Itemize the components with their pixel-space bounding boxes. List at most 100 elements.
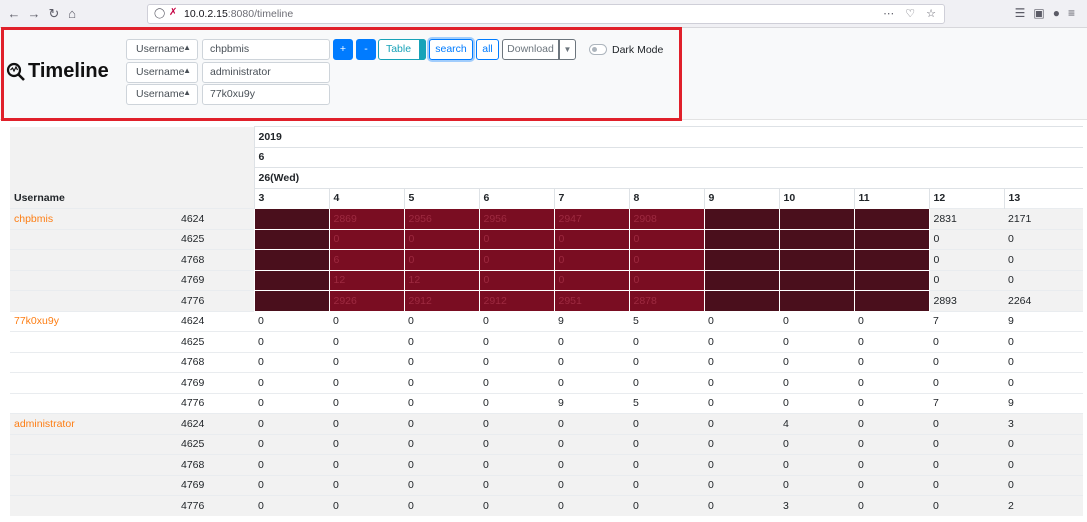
home-icon[interactable]: ⌂ [64, 6, 80, 22]
table-row: 4625 0 0 0 0 0 0 0 0 0 0 0 [10, 433, 1084, 455]
date-year-header: 2019 [253, 126, 1084, 147]
event-id-cell: 4776 [177, 392, 254, 414]
count-cell: 0 [704, 413, 779, 434]
count-cell [253, 228, 330, 250]
count-cell: 3 [779, 495, 854, 516]
count-cell: 0 [479, 310, 554, 332]
count-cell [853, 290, 930, 312]
count-cell: 5 [629, 392, 704, 414]
count-cell: 0 [929, 331, 1004, 352]
count-cell: 0 [1004, 372, 1084, 393]
date-month-header: 6 [253, 146, 1084, 168]
reload-icon[interactable]: ↻ [46, 6, 62, 22]
count-cell: 0 [854, 495, 929, 516]
count-cell: 0 [929, 495, 1004, 516]
table-row: 4768 6 0 0 0 0 0 0 [10, 249, 1084, 271]
back-icon[interactable]: ← [6, 6, 22, 22]
count-cell: 0 [329, 392, 404, 414]
count-cell: 0 [779, 310, 854, 332]
count-cell [703, 290, 780, 312]
count-cell: 6 [328, 249, 405, 271]
count-cell: 0 [254, 433, 329, 455]
count-cell: 2908 [628, 208, 705, 230]
count-cell: 0 [404, 392, 479, 414]
count-cell: 0 [254, 310, 329, 332]
toolbar-icons[interactable]: ☰▣●≡ [1015, 6, 1083, 20]
count-cell: 0 [629, 433, 704, 455]
url-text[interactable]: 10.0.2.15:8080/timeline [184, 8, 293, 20]
insecure-lock-icon[interactable]: ✗ [169, 7, 177, 18]
count-cell: 0 [404, 413, 479, 434]
count-cell: 0 [854, 413, 929, 434]
count-cell [253, 290, 330, 312]
table-row: 77k0xu9y 4624 0 0 0 0 9 5 0 0 0 7 9 [10, 310, 1084, 332]
username-cell [10, 454, 177, 475]
table-row: 4768 0 0 0 0 0 0 0 0 0 0 0 [10, 454, 1084, 475]
event-column-header [177, 188, 254, 209]
count-cell [253, 269, 330, 291]
count-cell: 0 [929, 454, 1004, 475]
count-cell: 0 [929, 249, 1004, 270]
count-cell: 0 [929, 269, 1004, 291]
forward-icon[interactable]: → [26, 6, 42, 22]
count-cell: 0 [929, 351, 1004, 373]
hour-column-header: 9 [703, 187, 779, 209]
event-id-cell: 4625 [177, 433, 254, 455]
count-cell: 0 [779, 433, 854, 455]
page-actions-icon[interactable]: ⋯ ♡ ☆ [883, 7, 940, 20]
username-link[interactable]: administrator [14, 418, 75, 430]
count-cell: 0 [479, 413, 554, 434]
count-cell [853, 228, 930, 250]
count-cell: 0 [779, 454, 854, 475]
count-cell: 0 [254, 474, 329, 496]
shield-icon[interactable]: ◯ [154, 8, 165, 19]
count-cell: 0 [479, 351, 554, 373]
hour-column-header: 4 [328, 187, 404, 209]
count-cell: 0 [854, 351, 929, 373]
url-bar[interactable]: ◯ ✗ 10.0.2.15:8080/timeline ⋯ ♡ ☆ [147, 4, 945, 24]
count-cell: 0 [404, 310, 479, 332]
count-cell: 4 [779, 413, 854, 434]
username-cell [10, 392, 177, 414]
count-cell: 2951 [553, 290, 630, 312]
count-cell: 2878 [628, 290, 705, 312]
event-id-cell: 4768 [177, 249, 254, 270]
event-id-cell: 4768 [177, 454, 254, 475]
count-cell: 0 [929, 474, 1004, 496]
header-blank-cell [10, 167, 254, 188]
username-cell: 77k0xu9y [10, 310, 177, 332]
count-cell: 0 [254, 454, 329, 475]
username-link[interactable]: 77k0xu9y [14, 315, 59, 327]
highlight-box [1, 27, 682, 121]
count-cell: 0 [704, 433, 779, 455]
count-cell: 2264 [1004, 290, 1084, 311]
username-cell [10, 433, 177, 455]
username-cell [10, 331, 177, 352]
count-cell: 0 [479, 372, 554, 393]
table-row: 4625 0 0 0 0 0 0 0 0 0 0 0 [10, 331, 1084, 352]
username-link[interactable]: chpbmis [14, 213, 53, 225]
count-cell: 0 [254, 413, 329, 434]
count-cell: 0 [554, 454, 629, 475]
count-cell: 0 [553, 228, 630, 250]
count-cell: 0 [554, 351, 629, 373]
username-cell [10, 372, 177, 393]
count-cell: 0 [478, 269, 555, 291]
count-cell: 0 [1004, 433, 1084, 455]
count-cell: 0 [1004, 474, 1084, 496]
count-cell: 0 [554, 372, 629, 393]
count-cell: 0 [404, 454, 479, 475]
username-cell: administrator [10, 413, 177, 434]
hour-column-header: 11 [853, 187, 929, 209]
count-cell: 0 [629, 454, 704, 475]
count-cell: 0 [1004, 454, 1084, 475]
count-cell: 9 [1004, 392, 1084, 414]
count-cell: 0 [628, 249, 705, 271]
count-cell: 0 [704, 454, 779, 475]
table-row: 4776 2926 2912 2912 2951 2878 2893 2264 [10, 290, 1084, 312]
count-cell [853, 208, 930, 230]
count-cell: 9 [554, 310, 629, 332]
count-cell: 0 [479, 454, 554, 475]
count-cell: 0 [629, 474, 704, 496]
count-cell: 0 [629, 351, 704, 373]
